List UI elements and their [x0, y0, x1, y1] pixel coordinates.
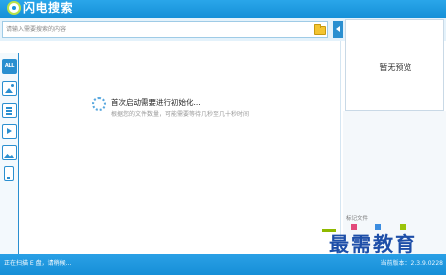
- mark-file-label: 标记文件: [346, 216, 369, 222]
- image-icon[interactable]: [2, 81, 17, 96]
- watermark-text: 最需教育: [329, 232, 417, 256]
- init-subtitle: 根据您的文件数量，可能需要等待几秒至几十秒时间: [111, 111, 250, 118]
- title-bar: 闪电搜索: [0, 0, 446, 18]
- init-title: 首次启动需要进行初始化...: [111, 98, 201, 107]
- preview-empty-text: 暂无预览: [379, 63, 412, 72]
- preview-panel: 暂无预览: [345, 19, 444, 111]
- mobile-icon[interactable]: [4, 166, 14, 181]
- status-bar: 正在扫描 E 盘，请稍候... 当前版本：2.3.9.0228: [0, 254, 446, 275]
- all-icon[interactable]: ALL: [2, 59, 17, 74]
- loading-spinner-icon: [92, 97, 106, 111]
- document-icon[interactable]: [2, 103, 17, 118]
- logo-icon: [7, 1, 21, 15]
- version-text: 当前版本：2.3.9.0228: [380, 260, 443, 267]
- folder-icon[interactable]: [314, 24, 326, 35]
- search-input[interactable]: [2, 21, 328, 38]
- results-panel: 首次启动需要进行初始化... 根据您的文件数量，可能需要等待几秒至几十秒时间: [19, 41, 341, 254]
- watermark-logo: 最需教育: [322, 224, 442, 256]
- video-icon[interactable]: [2, 124, 17, 139]
- category-sidebar: ALL: [0, 53, 19, 254]
- scan-status-text: 正在扫描 E 盘，请稍候...: [4, 260, 72, 267]
- photo-icon[interactable]: [2, 145, 17, 160]
- app-title: 闪电搜索: [23, 1, 74, 15]
- collapse-panel-button[interactable]: [333, 21, 343, 38]
